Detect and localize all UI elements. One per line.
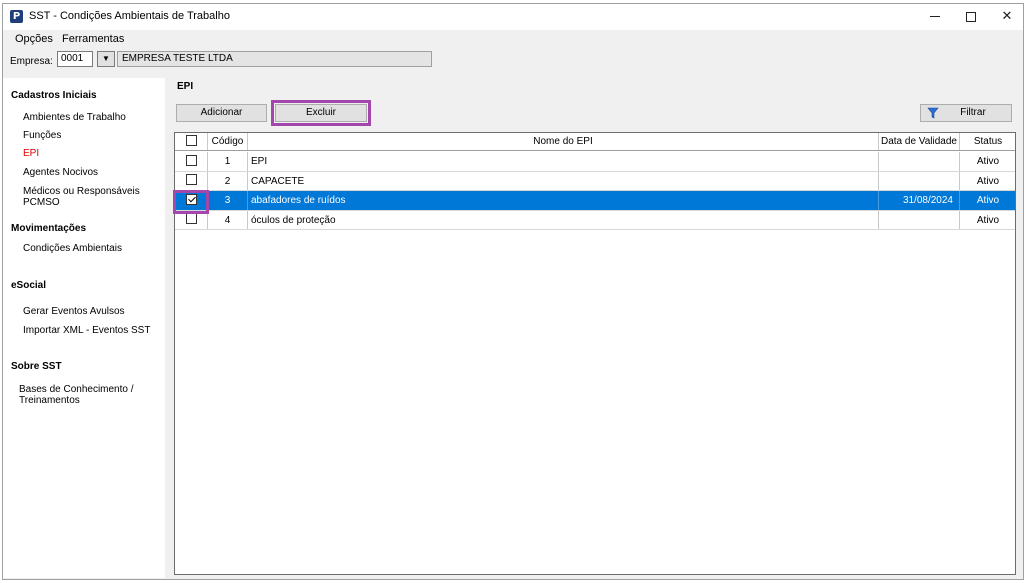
sidebar-item-epi[interactable]: EPI	[23, 148, 39, 159]
menu-opcoes[interactable]: Opções	[15, 33, 53, 45]
sidebar-section-cadastros: Cadastros Iniciais	[11, 90, 97, 101]
sidebar-item-gerar-eventos[interactable]: Gerar Eventos Avulsos	[23, 306, 125, 317]
cell-data	[879, 210, 960, 229]
title-bar: P SST - Condições Ambientais de Trabalho…	[3, 4, 1023, 30]
empresa-name-field: EMPRESA TESTE LTDA	[117, 51, 432, 67]
maximize-icon	[966, 11, 976, 22]
column-header-nome[interactable]: Nome do EPI	[248, 133, 879, 150]
row-checkbox[interactable]	[185, 213, 197, 225]
sidebar-section-movimentacoes: Movimentações	[11, 223, 87, 234]
close-button[interactable]: ✕	[989, 4, 1025, 30]
row-checkbox[interactable]	[185, 154, 197, 166]
cell-codigo: 2	[208, 171, 248, 190]
sidebar-item-funcoes[interactable]: Funções	[23, 130, 61, 141]
sidebar: Cadastros Iniciais Ambientes de Trabalho…	[3, 78, 165, 578]
empresa-dropdown-button[interactable]: ▼	[97, 51, 115, 67]
cell-nome: óculos de proteção	[248, 210, 879, 229]
column-header-data[interactable]: Data de Validade	[879, 133, 960, 150]
cell-data	[879, 152, 960, 171]
row-checkbox-highlight	[173, 190, 209, 214]
column-header-codigo[interactable]: Código	[208, 133, 248, 150]
select-all-checkbox[interactable]	[185, 134, 197, 146]
filter-button[interactable]: Filtrar	[920, 104, 1012, 122]
cell-codigo: 3	[208, 191, 248, 210]
chevron-down-icon: ▼	[102, 54, 110, 63]
empresa-label: Empresa:	[10, 56, 53, 67]
window-title: SST - Condições Ambientais de Trabalho	[29, 10, 230, 22]
cell-status: Ativo	[976, 214, 1000, 226]
epi-table: Código Nome do EPI Data de Validade Stat…	[174, 132, 1016, 575]
table-row[interactable]: 2 CAPACETE Ativo	[175, 171, 1015, 191]
row-checkbox-cell[interactable]	[175, 171, 208, 190]
cell-nome: EPI	[248, 152, 879, 171]
minimize-icon	[930, 16, 940, 17]
select-all-cell[interactable]	[175, 133, 208, 150]
maximize-button[interactable]	[953, 4, 989, 30]
sidebar-section-esocial: eSocial	[11, 280, 47, 291]
sidebar-item-importar-xml[interactable]: Importar XML - Eventos SST	[23, 325, 150, 336]
cell-data: 31/08/2024	[879, 191, 960, 210]
delete-button-highlight	[271, 100, 371, 126]
sidebar-item-agentes[interactable]: Agentes Nocivos	[23, 167, 98, 178]
add-button[interactable]: Adicionar	[176, 104, 267, 122]
menu-ferramentas[interactable]: Ferramentas	[62, 33, 124, 45]
column-header-status[interactable]: Status	[960, 133, 1016, 150]
cell-status: Ativo	[976, 175, 1000, 187]
sidebar-item-medicos[interactable]: Médicos ou Responsáveis PCMSO	[23, 186, 165, 208]
cell-codigo: 4	[208, 210, 248, 229]
filter-label: Filtrar	[960, 107, 986, 118]
cell-nome: CAPACETE	[248, 171, 879, 190]
sidebar-item-ambientes[interactable]: Ambientes de Trabalho	[23, 112, 126, 123]
sidebar-item-bases[interactable]: Bases de Conhecimento / Treinamentos	[19, 384, 149, 406]
row-checkbox-cell[interactable]	[175, 152, 208, 171]
cell-codigo: 1	[208, 152, 248, 171]
minimize-button[interactable]	[917, 4, 953, 30]
table-row-selected[interactable]: 3 abafadores de ruídos 31/08/2024 Ativo	[175, 191, 1015, 211]
table-row[interactable]: 4 óculos de proteção Ativo	[175, 210, 1015, 230]
cell-nome: abafadores de ruídos	[248, 191, 879, 210]
sidebar-section-sobre: Sobre SST	[11, 361, 62, 372]
cell-status: Ativo	[976, 156, 1000, 167]
sidebar-item-condicoes[interactable]: Condições Ambientais	[23, 243, 122, 254]
app-logo-icon: P	[10, 10, 23, 23]
row-checkbox[interactable]	[185, 174, 197, 186]
app-window: P SST - Condições Ambientais de Trabalho…	[2, 3, 1024, 580]
empresa-code-field[interactable]: 0001	[57, 51, 93, 67]
table-row[interactable]: 1 EPI Ativo	[175, 152, 1015, 172]
page-title: EPI	[177, 81, 194, 92]
funnel-icon	[927, 107, 939, 119]
close-icon: ✕	[1001, 9, 1013, 24]
cell-status: Ativo	[976, 195, 1000, 206]
table-header: Código Nome do EPI Data de Validade Stat…	[175, 133, 1015, 151]
menu-bar: Opções Ferramentas	[3, 30, 1023, 49]
cell-data	[879, 171, 960, 190]
